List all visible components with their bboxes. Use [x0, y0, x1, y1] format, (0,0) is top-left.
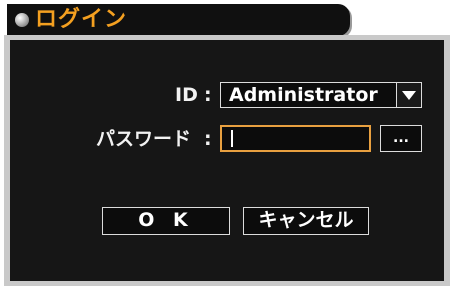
- password-separator: :: [204, 128, 212, 150]
- login-panel: [10, 40, 444, 281]
- user-id-value: Administrator: [229, 84, 378, 106]
- text-caret: [231, 130, 233, 147]
- id-label: ID: [175, 84, 198, 106]
- password-label: パスワード: [96, 128, 192, 150]
- dialog-title-bar: ログイン: [7, 4, 350, 36]
- status-orb-icon: [15, 13, 29, 27]
- login-dialog: [4, 35, 450, 286]
- user-id-select[interactable]: Administrator: [220, 82, 422, 108]
- dialog-title: ログイン: [35, 7, 128, 32]
- id-separator: :: [204, 84, 212, 106]
- ok-button[interactable]: O K: [102, 207, 230, 235]
- virtual-keyboard-button[interactable]: ...: [380, 125, 422, 152]
- triangle-down-icon[interactable]: [396, 83, 421, 107]
- password-input[interactable]: [220, 125, 371, 152]
- cancel-button[interactable]: キャンセル: [243, 207, 369, 235]
